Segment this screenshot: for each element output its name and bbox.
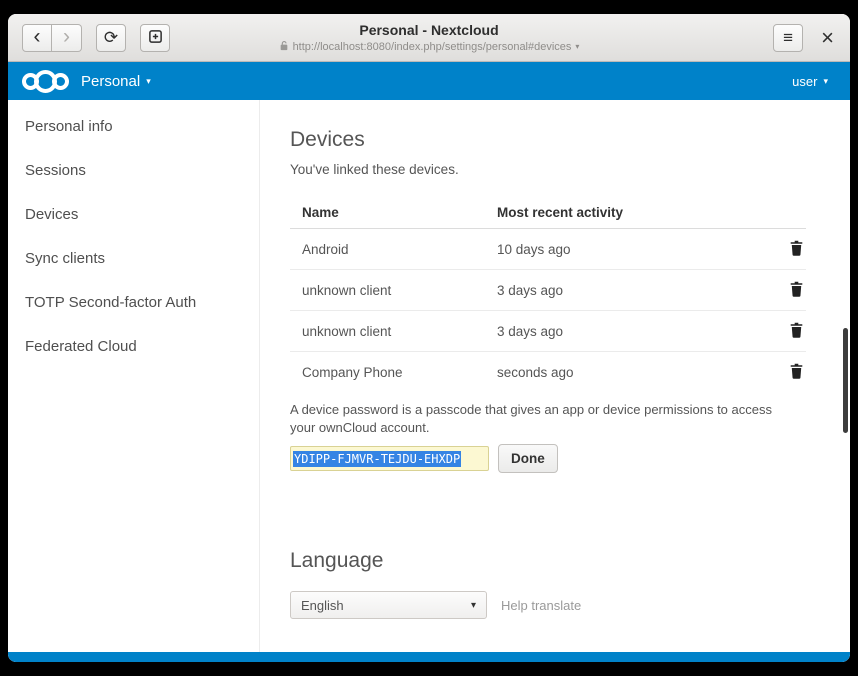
forward-button[interactable]: › — [52, 24, 82, 52]
nextcloud-logo-icon[interactable] — [22, 70, 69, 93]
device-password-input[interactable]: YDIPP-FJMVR-TEJDU-EHXDP — [290, 446, 489, 471]
sidebar-item-devices[interactable]: Devices — [8, 192, 259, 236]
device-name: Android — [290, 242, 497, 257]
delete-device-button[interactable] — [787, 238, 806, 261]
devices-table: Name Most recent activity Android 10 day… — [290, 197, 806, 393]
done-button[interactable]: Done — [498, 444, 558, 473]
language-row: English ▾ Help translate — [290, 591, 813, 619]
browser-window: ‹ › ⟳ Personal - Nextcloud — [8, 14, 850, 662]
trash-icon — [789, 281, 804, 300]
delete-device-button[interactable] — [787, 320, 806, 343]
delete-device-button[interactable] — [787, 361, 806, 384]
device-activity: seconds ago — [497, 365, 772, 380]
settings-sidebar: Personal info Sessions Devices Sync clie… — [8, 100, 260, 662]
device-activity: 3 days ago — [497, 283, 772, 298]
chevron-down-icon: ▾ — [823, 76, 828, 87]
trash-icon — [789, 363, 804, 382]
chevron-down-icon: ▾ — [146, 76, 151, 87]
url-bar[interactable]: http://localhost:8080/index.php/settings… — [189, 40, 669, 54]
browser-titlebar: ‹ › ⟳ Personal - Nextcloud — [8, 14, 850, 62]
titlebar-right-controls: ≡ × — [773, 24, 836, 52]
column-header-name: Name — [290, 205, 497, 220]
device-password-value: YDIPP-FJMVR-TEJDU-EHXDP — [293, 451, 461, 467]
language-section-title: Language — [290, 549, 813, 573]
language-select[interactable]: English ▾ — [290, 591, 487, 619]
nav-button-group: ‹ › — [22, 24, 82, 52]
new-tab-button[interactable] — [140, 24, 170, 52]
column-header-activity: Most recent activity — [497, 205, 772, 220]
titlebar-left-controls: ‹ › ⟳ — [22, 24, 170, 52]
table-row: Android 10 days ago — [290, 229, 806, 270]
window-title: Personal - Nextcloud — [189, 22, 669, 38]
new-tab-icon — [148, 29, 163, 47]
device-name: Company Phone — [290, 365, 497, 380]
trash-icon — [789, 240, 804, 259]
vertical-scrollbar[interactable] — [843, 328, 848, 433]
devices-table-header: Name Most recent activity — [290, 197, 806, 229]
sidebar-item-sessions[interactable]: Sessions — [8, 148, 259, 192]
delete-device-button[interactable] — [787, 279, 806, 302]
user-menu-label: user — [792, 74, 817, 89]
sidebar-item-sync-clients[interactable]: Sync clients — [8, 236, 259, 280]
language-selected-value: English — [301, 598, 344, 613]
url-text: http://localhost:8080/index.php/settings… — [293, 41, 572, 53]
url-dropdown-icon[interactable]: ▾ — [575, 42, 579, 51]
device-name: unknown client — [290, 283, 497, 298]
select-arrow-icon: ▾ — [471, 600, 476, 611]
reload-button[interactable]: ⟳ — [96, 24, 126, 52]
nextcloud-header: Personal ▾ user ▾ — [8, 62, 850, 100]
menu-button[interactable]: ≡ — [773, 24, 803, 52]
close-button[interactable]: × — [819, 27, 836, 49]
devices-subtitle: You've linked these devices. — [290, 162, 813, 177]
app-menu-label: Personal — [81, 73, 140, 90]
table-row: unknown client 3 days ago — [290, 270, 806, 311]
footer-accent-strip — [8, 652, 850, 662]
table-row: Company Phone seconds ago — [290, 352, 806, 393]
device-password-row: YDIPP-FJMVR-TEJDU-EHXDP Done — [290, 444, 813, 473]
sidebar-item-federated-cloud[interactable]: Federated Cloud — [8, 324, 259, 368]
settings-main: Devices You've linked these devices. Nam… — [260, 100, 850, 662]
help-translate-link[interactable]: Help translate — [501, 598, 581, 613]
user-menu[interactable]: user ▾ — [792, 74, 828, 89]
logo-ring-middle — [34, 70, 57, 93]
device-activity: 10 days ago — [497, 242, 772, 257]
page-content: Personal info Sessions Devices Sync clie… — [8, 100, 850, 662]
titlebar-center: Personal - Nextcloud http://localhost:80… — [189, 22, 669, 54]
device-password-note: A device password is a passcode that giv… — [290, 401, 790, 436]
devices-section-title: Devices — [290, 128, 813, 152]
back-button[interactable]: ‹ — [22, 24, 52, 52]
device-activity: 3 days ago — [497, 324, 772, 339]
device-name: unknown client — [290, 324, 497, 339]
trash-icon — [789, 322, 804, 341]
insecure-lock-icon — [279, 40, 289, 54]
app-menu-personal[interactable]: Personal ▾ — [81, 73, 151, 90]
sidebar-item-personal-info[interactable]: Personal info — [8, 104, 259, 148]
sidebar-item-totp[interactable]: TOTP Second-factor Auth — [8, 280, 259, 324]
table-row: unknown client 3 days ago — [290, 311, 806, 352]
